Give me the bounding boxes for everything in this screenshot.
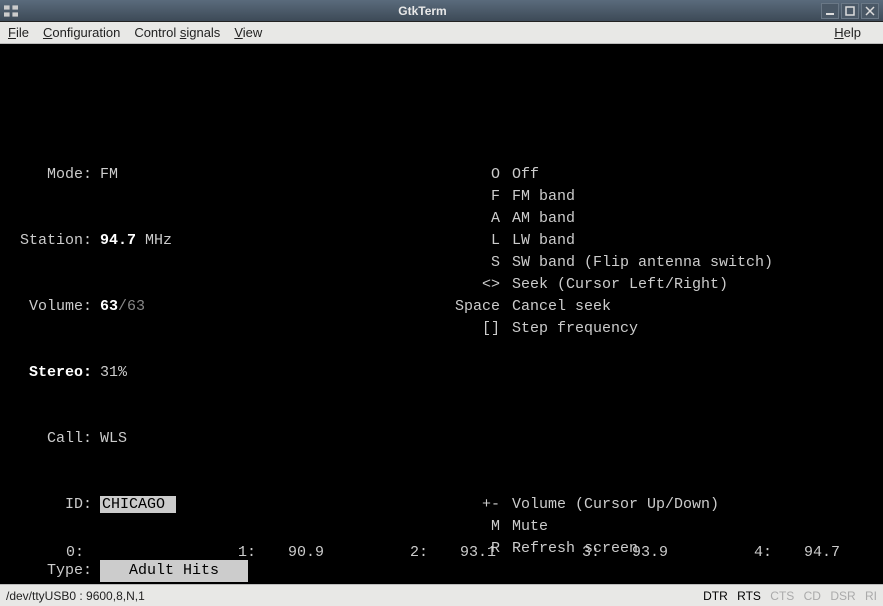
preset-value: 93.9 (608, 542, 668, 564)
help-desc: Step frequency (512, 318, 638, 340)
station-unit: MHz (136, 232, 172, 249)
help-row: S SW band (Flip antenna switch) (436, 252, 773, 274)
flag-dtr[interactable]: DTR (703, 589, 728, 603)
help-key: L (436, 230, 500, 252)
window-title: GtkTerm (24, 4, 821, 18)
menu-view[interactable]: View (234, 25, 262, 40)
terminal[interactable]: Mode: FM Station: 94.7 MHz Volume: 63/63 St… (0, 44, 883, 584)
stereo-label: Stereo: (8, 362, 92, 384)
menu-configuration[interactable]: Configuration (43, 25, 120, 40)
help-desc: SW band (Flip antenna switch) (512, 252, 773, 274)
preset-key: 1: (180, 542, 256, 564)
preset-value: 94.7 (780, 542, 840, 564)
help-row: O Off (436, 164, 773, 186)
help-row: L LW band (436, 230, 773, 252)
help-row: F FM band (436, 186, 773, 208)
help-desc: Cancel seek (512, 296, 611, 318)
preset-cell: 4: 94.7 (696, 542, 868, 564)
titlebar: GtkTerm (0, 0, 883, 22)
help-key: Space (436, 296, 500, 318)
help-desc: Seek (Cursor Left/Right) (512, 274, 728, 296)
volume-value: 63 (100, 298, 118, 315)
menu-help[interactable]: Help (834, 25, 861, 40)
help-desc: FM band (512, 186, 575, 208)
help-desc: LW band (512, 230, 575, 252)
help-key: <> (436, 274, 500, 296)
call-value: WLS (100, 428, 127, 450)
help-desc: AM band (512, 208, 575, 230)
close-button[interactable] (861, 3, 879, 19)
menu-control-signals[interactable]: Control signals (134, 25, 220, 40)
minimize-button[interactable] (821, 3, 839, 19)
help-row: [] Step frequency (436, 318, 773, 340)
flag-ri: RI (865, 589, 877, 603)
flag-cd: CD (804, 589, 821, 603)
preset-cell: 2: 93.1 (352, 542, 524, 564)
help-row: Space Cancel seek (436, 296, 773, 318)
volume-label: Volume: (8, 296, 92, 318)
flag-rts[interactable]: RTS (737, 589, 761, 603)
flag-cts: CTS (770, 589, 794, 603)
stereo-value: 31% (100, 362, 127, 384)
station-label: Station: (8, 230, 92, 252)
help-key: O (436, 164, 500, 186)
station-value: 94.7 (100, 232, 136, 249)
menu-file[interactable]: File (8, 25, 29, 40)
help-key: A (436, 208, 500, 230)
flag-dsr: DSR (830, 589, 855, 603)
call-label: Call: (8, 428, 92, 450)
preset-value (92, 542, 152, 564)
help-key: S (436, 252, 500, 274)
statusbar: /dev/ttyUSB0 : 9600,8,N,1 DTR RTS CTS CD… (0, 584, 883, 606)
preset-key: 4: (696, 542, 772, 564)
preset-value: 90.9 (264, 542, 324, 564)
volume-max: /63 (118, 298, 145, 315)
help-desc: Off (512, 164, 539, 186)
maximize-button[interactable] (841, 3, 859, 19)
preset-key: 0: (8, 542, 84, 564)
app-menu-icon[interactable] (4, 4, 18, 18)
preset-key: 3: (524, 542, 600, 564)
connection-info: /dev/ttyUSB0 : 9600,8,N,1 (6, 589, 697, 603)
preset-key: 2: (352, 542, 428, 564)
preset-cell: 1: 90.9 (180, 542, 352, 564)
help-row: <> Seek (Cursor Left/Right) (436, 274, 773, 296)
preset-cell: 0: (8, 542, 180, 564)
mode-value: FM (100, 164, 118, 186)
preset-cell: 3: 93.9 (524, 542, 696, 564)
help-key: F (436, 186, 500, 208)
preset-value: 93.1 (436, 542, 496, 564)
menubar: File Configuration Control signals View … (0, 22, 883, 44)
help-row: A AM band (436, 208, 773, 230)
signal-flags: DTR RTS CTS CD DSR RI (697, 589, 877, 603)
help-key: [] (436, 318, 500, 340)
mode-label: Mode: (8, 164, 92, 186)
